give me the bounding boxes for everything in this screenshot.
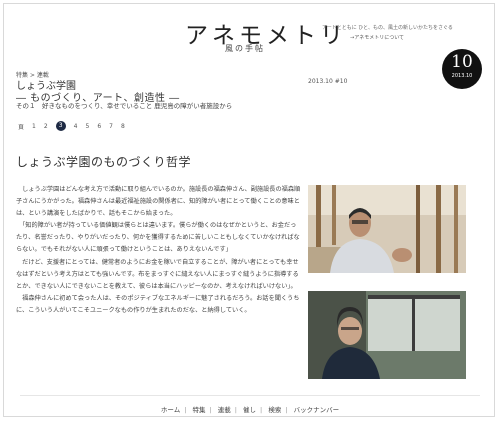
footer-link-series[interactable]: 連載 [218, 406, 231, 414]
pager-page-5[interactable]: 5 [86, 123, 90, 130]
pager-page-6[interactable]: 6 [97, 123, 101, 130]
footer-link-backnumber[interactable]: バックナンバー [294, 406, 340, 414]
footer-separator: | [209, 406, 212, 414]
pager-page-2[interactable]: 2 [44, 123, 48, 130]
footer-separator: | [184, 406, 187, 414]
footer-link-events[interactable]: 催し [243, 406, 256, 414]
footer-link-search[interactable]: 検索 [268, 406, 281, 414]
issue-number: 10 [451, 52, 473, 72]
article-subtitle: その１ 好きなものをつくり、幸せでいること 鹿児島の障がい者施設から [16, 102, 233, 110]
photo-woman [308, 291, 466, 379]
pager-page-4[interactable]: 4 [74, 123, 78, 130]
site-tagline: アートとともに ひと、もの、風土の新しいかたちをさぐる [322, 25, 453, 31]
issue-year: 2013.10 [451, 73, 473, 79]
issue-badge[interactable]: 10 2013.10 [442, 49, 482, 89]
about-link[interactable]: →アネモメトリについて [350, 34, 404, 41]
article-paragraph: しょうぶ学園はどんな考え方で活動に取り組んでいるのか。施設長の福森伸さん、副施設… [16, 186, 301, 218]
article-paragraph: だけど、支援者にとっては、健常者のようにお金を稼いで自立することが、障がい者にと… [16, 258, 299, 290]
section-heading: しょうぶ学園のものづくり哲学 [16, 155, 192, 169]
footer-separator: | [234, 406, 237, 414]
pager-page-1[interactable]: 1 [32, 123, 36, 130]
footer-link-features[interactable]: 特集 [192, 406, 205, 414]
footer-link-home[interactable]: ホーム [161, 406, 180, 414]
article-date: 2013.10 #10 [308, 78, 348, 85]
footer-separator: | [285, 406, 288, 414]
pager-page-8[interactable]: 8 [121, 123, 125, 130]
footer-separator: | [260, 406, 263, 414]
pager-page-current[interactable]: 3 [55, 121, 66, 131]
pager-page-7[interactable]: 7 [109, 123, 113, 130]
article-paragraph: 福森伸さんに初めて会った人は、そのポジティブなエネルギーに魅了されるだろう。お話… [16, 294, 300, 314]
footer-divider [20, 395, 480, 396]
photo-man [308, 185, 466, 273]
site-logo[interactable]: アネモメトリ [185, 16, 347, 50]
site-logo-subtitle: 風の手帖 [225, 44, 265, 53]
article-paragraph: 「知的障がい者が持っている価値観は僕らとは違います。僕らが働くのはなぜかというと… [16, 222, 300, 254]
pager-label: 頁 [18, 123, 25, 131]
article-body: しょうぶ学園はどんな考え方で活動に取り組んでいるのか。施設長の福森伸さん、副施設… [16, 184, 302, 384]
pager: 頁 1 2 3 4 5 6 7 8 [18, 121, 125, 131]
footer-nav: ホーム | 特集 | 連載 | 催し | 検索 | バックナンバー [0, 404, 500, 414]
